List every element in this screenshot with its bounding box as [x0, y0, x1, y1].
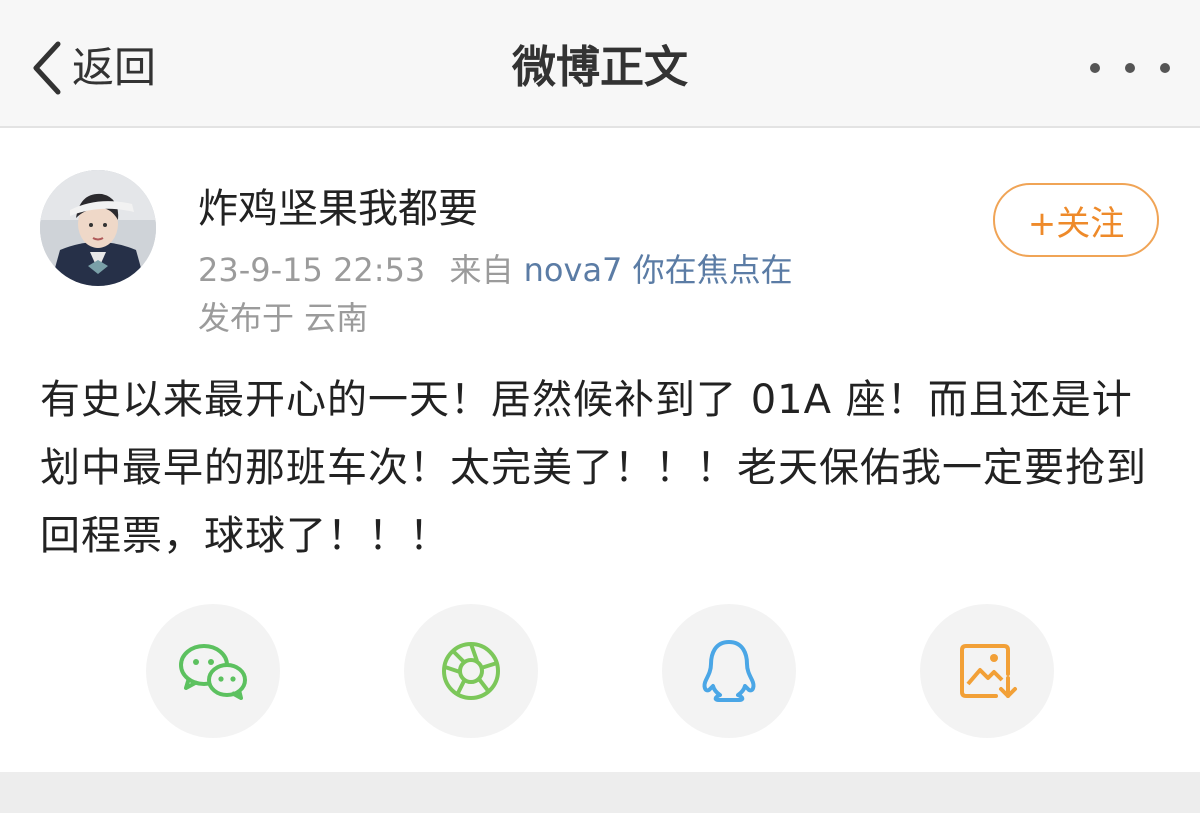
page-title: 微博正文 — [512, 42, 688, 93]
share-moments-button[interactable] — [404, 604, 538, 738]
more-dot-icon — [1125, 63, 1135, 73]
chevron-left-icon — [33, 41, 61, 95]
more-options-button[interactable] — [1090, 48, 1170, 88]
author-name[interactable]: 炸鸡坚果我都要 — [198, 182, 478, 236]
qq-icon — [702, 640, 756, 702]
avatar-image — [40, 170, 156, 286]
more-dot-icon — [1090, 63, 1100, 73]
back-label: 返回 — [72, 43, 157, 92]
post-meta: 23-9-15 22:53 来自 nova7 你在焦点在 发布于 云南 — [198, 246, 838, 342]
source-link[interactable]: nova7 你在焦点在 — [524, 251, 793, 289]
avatar[interactable] — [40, 170, 156, 286]
share-wechat-button[interactable] — [146, 604, 280, 738]
top-bar: 返回 微博正文 — [0, 0, 1200, 128]
post-text: 有史以来最开心的一天！居然候补到了 01A 座！而且还是计划中最早的那班车次！太… — [40, 377, 1147, 559]
back-button[interactable]: 返回 — [30, 38, 156, 98]
weibo-post-page: 返回 微博正文 炸鸡坚果我都要 23-9-15 22:53 来自 nova7 你… — [0, 0, 1200, 813]
more-dot-icon — [1160, 63, 1170, 73]
post-timestamp: 23-9-15 22:53 — [198, 251, 426, 289]
bottom-separator — [0, 772, 1200, 813]
post-location: 发布于 云南 — [198, 299, 369, 337]
follow-button[interactable]: +关注 — [993, 183, 1159, 257]
share-qq-button[interactable] — [662, 604, 796, 738]
save-image-button[interactable] — [920, 604, 1054, 738]
source-prefix: 来自 — [449, 251, 514, 289]
save-image-icon — [960, 644, 1017, 698]
moments-icon — [442, 642, 500, 700]
wechat-icon — [179, 644, 247, 700]
